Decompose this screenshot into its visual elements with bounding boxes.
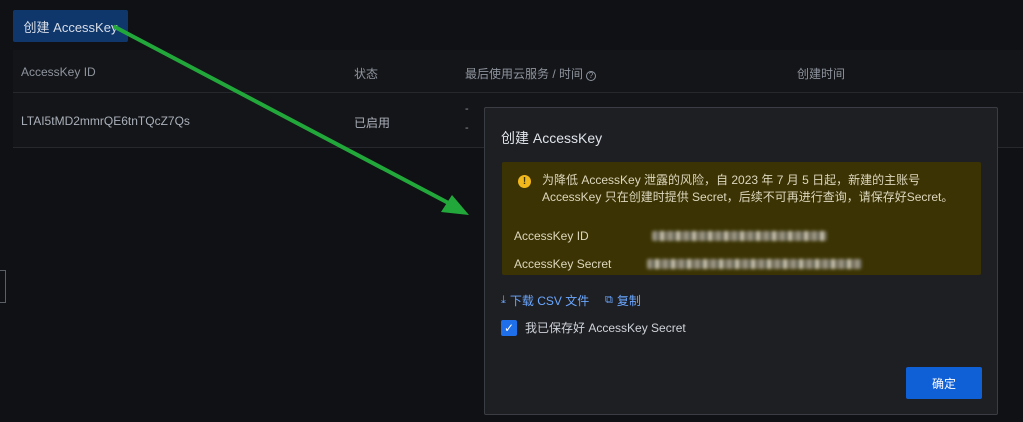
check-icon: ✓ (503, 320, 515, 335)
table-header: AccessKey ID 状态 最后使用云服务 / 时间? 创建时间 (13, 50, 1023, 93)
saved-confirmation-checkbox-row[interactable]: ✓ 我已保存好 AccessKey Secret (501, 319, 686, 336)
warning-line-2: AccessKey 只在创建时提供 Secret，后续不可再进行查询，请保存好S… (542, 190, 954, 204)
download-csv-label: 下载 CSV 文件 (509, 294, 590, 308)
last-used-service-cell: - (465, 103, 469, 115)
create-accesskey-button[interactable]: 创建 AccessKey (13, 10, 128, 42)
col-created-time: 创建时间 (797, 67, 846, 81)
accesskey-id-cell: LTAI5tMD2mmrQE6tnTQcZ7Qs (21, 114, 190, 128)
copy-label: 复制 (616, 294, 641, 308)
confirm-button[interactable]: 确定 (906, 367, 982, 399)
dialog-title: 创建 AccessKey (501, 130, 603, 146)
col-status: 状态 (354, 67, 379, 81)
accesskey-id-label: AccessKey ID (514, 229, 589, 243)
side-panel-edge (0, 270, 6, 303)
col-last-used: 最后使用云服务 / 时间? (465, 65, 597, 82)
saved-confirmation-checkbox[interactable]: ✓ (501, 319, 517, 336)
last-used-time-cell: - (465, 122, 469, 134)
annotation-arrow-head (441, 195, 469, 215)
warning-line-1: 为降低 AccessKey 泄露的风险，自 2023 年 7 月 5 日起，新建… (542, 173, 921, 187)
copy-link[interactable]: ⧉ 复制 (605, 292, 641, 309)
col-last-used-label: 最后使用云服务 / 时间 (465, 67, 584, 81)
download-icon: ⤓ (501, 294, 506, 306)
download-csv-link[interactable]: ⤓ 下载 CSV 文件 (501, 292, 589, 309)
accesskey-id-value-redacted (652, 231, 827, 241)
col-accesskey-id: AccessKey ID (21, 65, 96, 79)
saved-confirmation-label: 我已保存好 AccessKey Secret (525, 321, 686, 335)
accesskey-secret-label: AccessKey Secret (514, 257, 612, 271)
copy-icon: ⧉ (605, 294, 613, 306)
warning-alert: ! 为降低 AccessKey 泄露的风险，自 2023 年 7 月 5 日起，… (502, 162, 981, 275)
help-circle-icon[interactable]: ? (586, 71, 597, 81)
create-accesskey-dialog: 创建 AccessKey ! 为降低 AccessKey 泄露的风险，自 202… (484, 107, 998, 415)
accesskey-secret-value-redacted (647, 259, 862, 269)
warning-message: 为降低 AccessKey 泄露的风险，自 2023 年 7 月 5 日起，新建… (542, 172, 972, 206)
warning-icon: ! (518, 175, 531, 188)
status-cell: 已启用 (354, 116, 391, 130)
